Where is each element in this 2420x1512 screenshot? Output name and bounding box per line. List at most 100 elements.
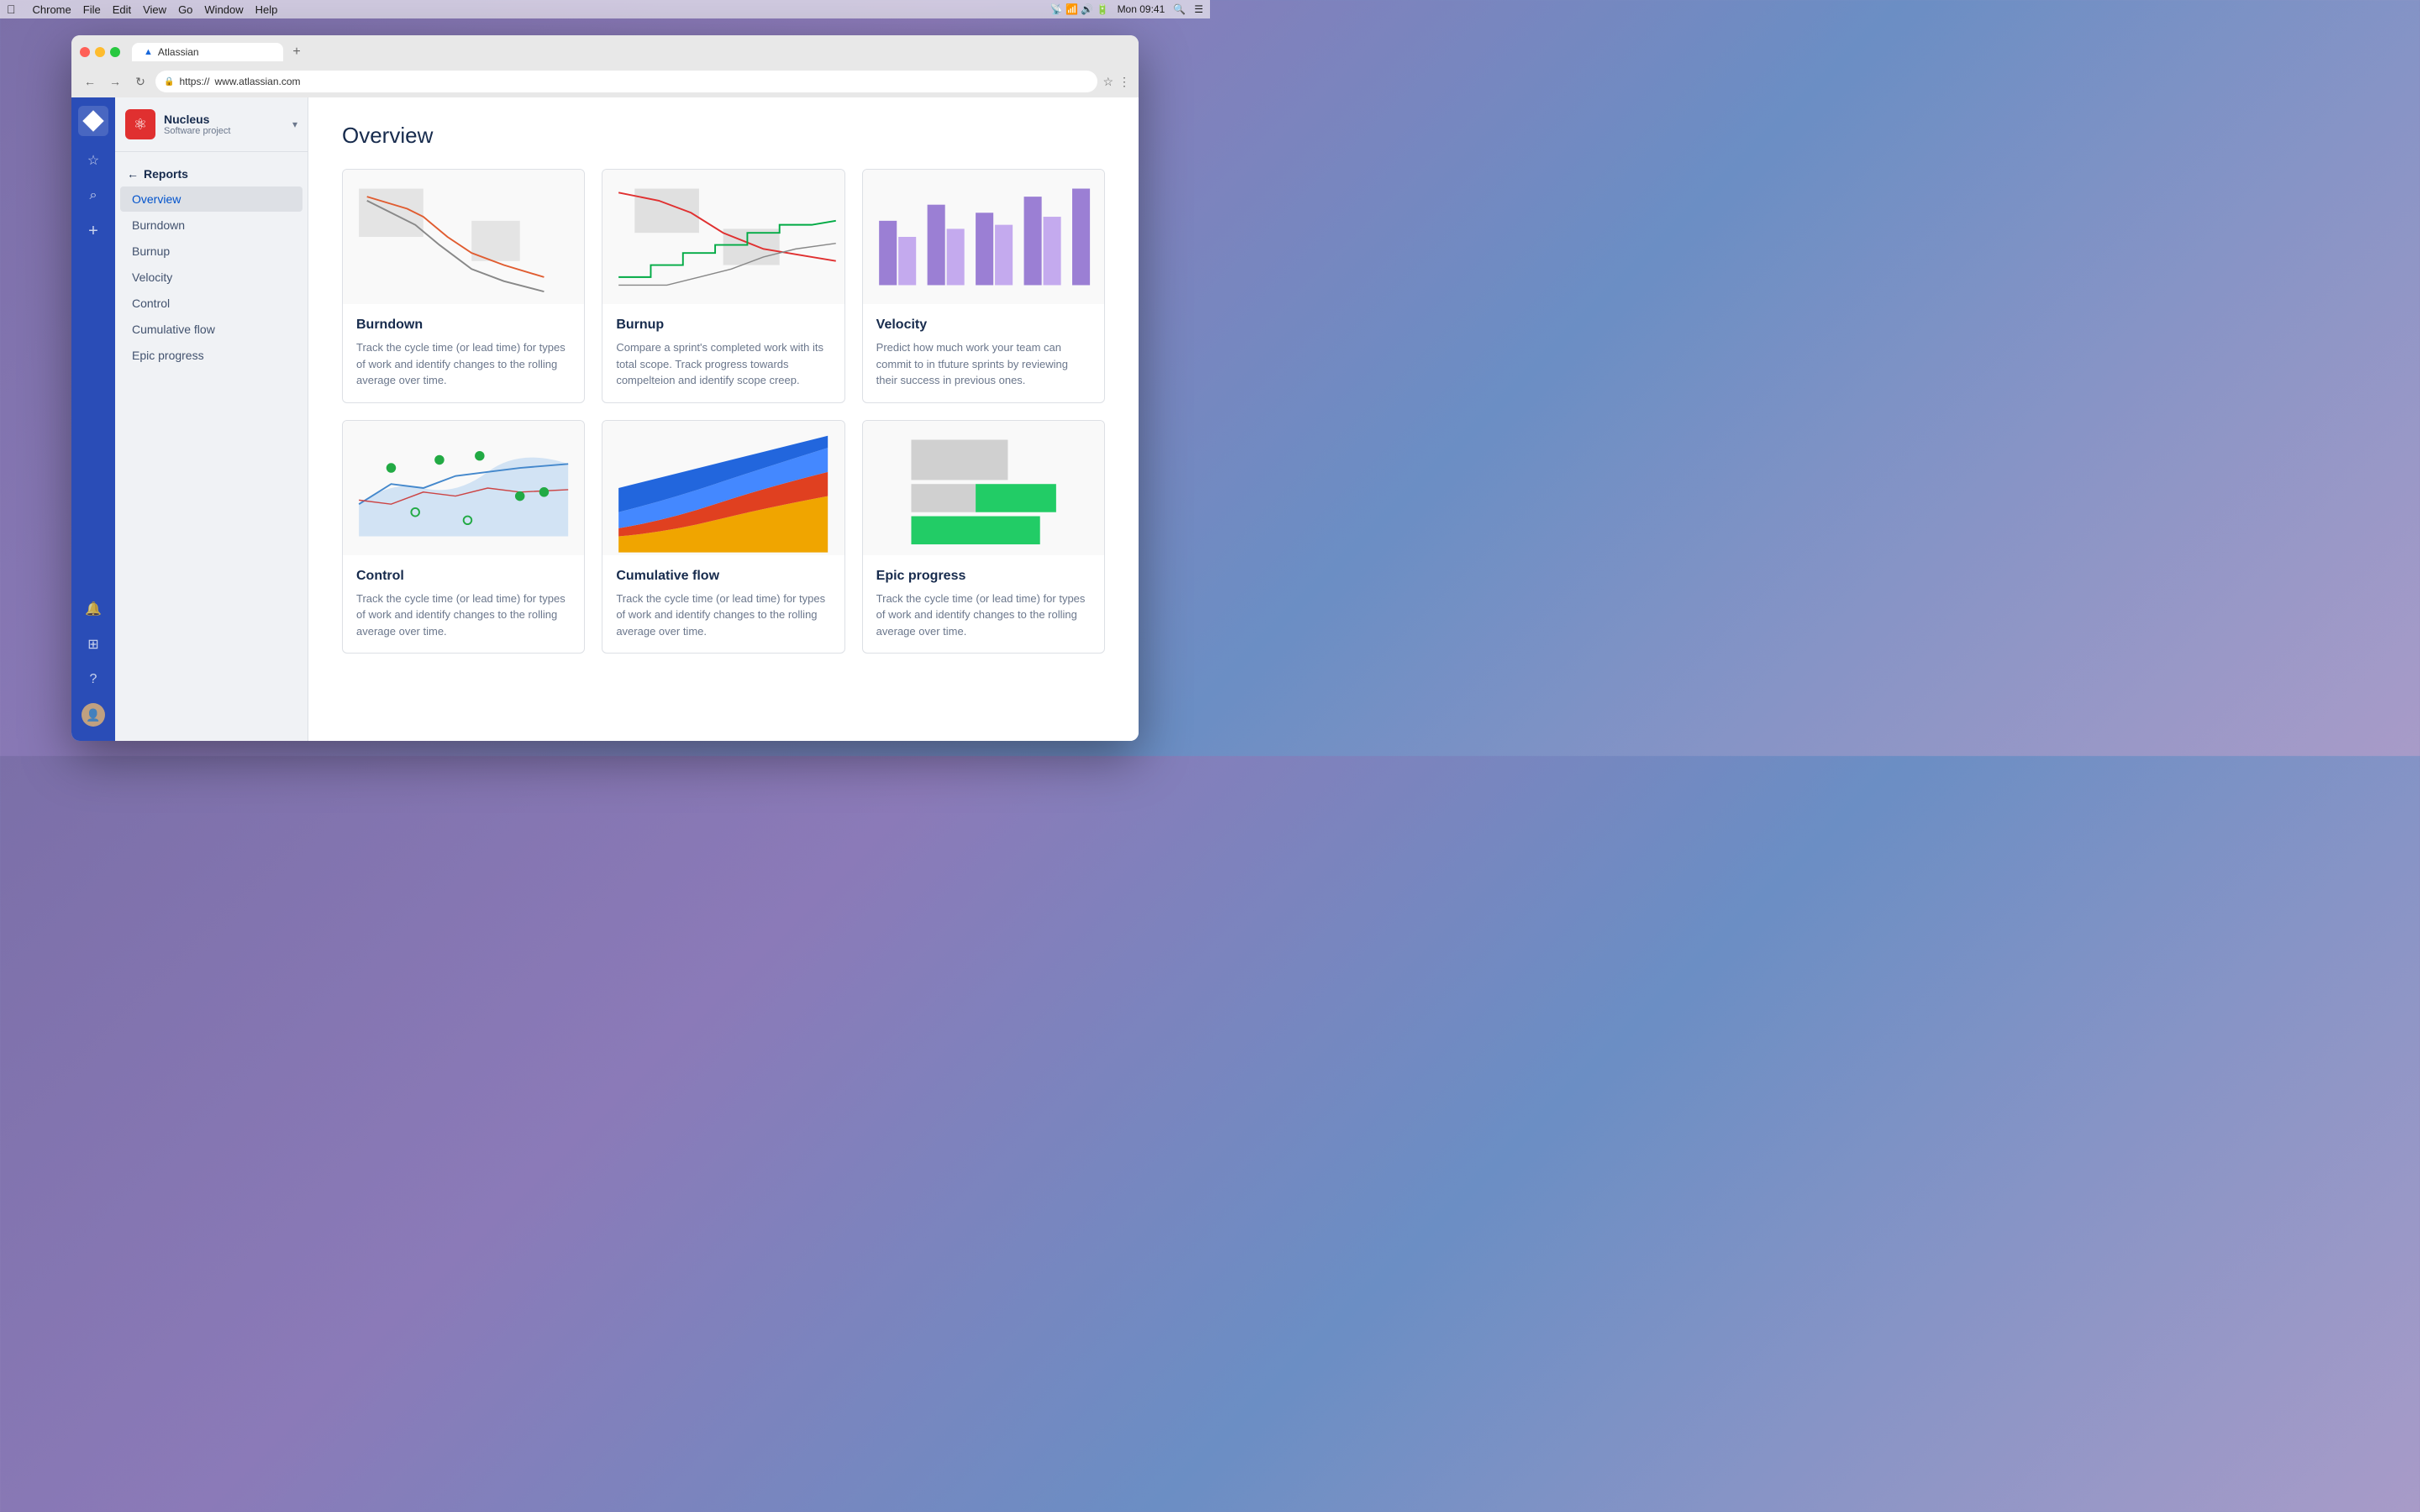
project-header[interactable]: ⚛ Nucleus Software project ▾ xyxy=(115,97,308,152)
epic-title: Epic progress xyxy=(876,569,1091,584)
burnup-card[interactable]: Burnup Compare a sprint's completed work… xyxy=(602,169,844,403)
clock: Mon 09:41 xyxy=(1118,3,1165,15)
system-icons: 📡 📶 🔊 🔋 xyxy=(1050,3,1109,15)
cumulative-chart xyxy=(602,421,844,555)
nav-item-burnup[interactable]: Burnup xyxy=(120,239,302,264)
page-title: Overview xyxy=(342,123,1105,149)
app-container: ☆ ⌕ + 🔔 ⊞ ? 👤 ⚛ Nucleus Software project… xyxy=(71,97,1139,741)
velocity-body: Velocity Predict how much work your team… xyxy=(863,304,1104,402)
project-logo-icon: ⚛ xyxy=(134,116,147,134)
burnup-body: Burnup Compare a sprint's completed work… xyxy=(602,304,844,402)
control-chart xyxy=(343,421,584,555)
cumulative-body: Cumulative flow Track the cycle time (or… xyxy=(602,555,844,654)
nav-item-epic-progress[interactable]: Epic progress xyxy=(120,343,302,368)
sidebar-star-icon[interactable]: ☆ xyxy=(78,145,108,176)
nav-back-button[interactable]: ← Reports xyxy=(115,162,308,186)
browser-window: ▲ Atlassian + ← → ↻ 🔒 https:// www.atlas… xyxy=(71,35,1139,741)
menu-extra-icon[interactable]: ☰ xyxy=(1194,3,1203,15)
reports-grid: Burndown Track the cycle time (or lead t… xyxy=(342,169,1105,654)
nav-back-label: Reports xyxy=(144,167,188,181)
velocity-title: Velocity xyxy=(876,318,1091,333)
sidebar-help-icon[interactable]: ? xyxy=(78,664,108,695)
refresh-button[interactable]: ↻ xyxy=(130,71,150,92)
nav-item-cumulative-flow[interactable]: Cumulative flow xyxy=(120,317,302,342)
lock-icon: 🔒 xyxy=(164,77,174,87)
diamond-icon xyxy=(82,110,103,131)
menubar-right: 📡 📶 🔊 🔋 Mon 09:41 🔍 ☰ xyxy=(1050,3,1203,15)
toolbar-right: ☆ ⋮ xyxy=(1102,75,1130,89)
sidebar-nav: ← Reports Overview Burndown Burnup Veloc… xyxy=(115,152,308,379)
cumulative-desc: Track the cycle time (or lead time) for … xyxy=(616,591,830,640)
project-sidebar: ⚛ Nucleus Software project ▾ ← Reports O… xyxy=(115,97,308,741)
project-info: Nucleus Software project xyxy=(164,113,284,136)
back-arrow-icon: ← xyxy=(127,167,139,181)
traffic-lights xyxy=(80,47,120,57)
nav-item-burndown[interactable]: Burndown xyxy=(120,213,302,238)
url-host: www.atlassian.com xyxy=(214,76,300,87)
menu-view[interactable]: View xyxy=(143,3,166,16)
sidebar-icons: ☆ ⌕ + 🔔 ⊞ ? 👤 xyxy=(71,97,115,741)
control-title: Control xyxy=(356,569,571,584)
menu-window[interactable]: Window xyxy=(204,3,243,16)
menubar-left:  Chrome File Edit View Go Window Help xyxy=(7,3,277,16)
burnup-chart xyxy=(602,170,844,304)
epic-desc: Track the cycle time (or lead time) for … xyxy=(876,591,1091,640)
burnup-title: Burnup xyxy=(616,318,830,333)
sidebar-search-icon[interactable]: ⌕ xyxy=(78,181,108,211)
burndown-card[interactable]: Burndown Track the cycle time (or lead t… xyxy=(342,169,585,403)
menu-chrome[interactable]: Chrome xyxy=(33,3,71,16)
back-button[interactable]: ← xyxy=(80,71,100,92)
apple-icon[interactable]:  xyxy=(7,3,16,16)
nav-item-control[interactable]: Control xyxy=(120,291,302,316)
project-type: Software project xyxy=(164,126,284,136)
user-avatar[interactable]: 👤 xyxy=(78,700,108,730)
menu-file[interactable]: File xyxy=(83,3,101,16)
sidebar-apps-icon[interactable]: ⊞ xyxy=(78,629,108,659)
main-content: Overview Bur xyxy=(308,97,1139,741)
avatar-image: 👤 xyxy=(82,703,105,727)
close-button[interactable] xyxy=(80,47,90,57)
control-body: Control Track the cycle time (or lead ti… xyxy=(343,555,584,654)
sidebar-notifications-icon[interactable]: 🔔 xyxy=(78,594,108,624)
control-card[interactable]: Control Track the cycle time (or lead ti… xyxy=(342,420,585,654)
new-tab-button[interactable]: + xyxy=(287,42,307,62)
active-tab[interactable]: ▲ Atlassian xyxy=(132,43,283,61)
nav-item-overview[interactable]: Overview xyxy=(120,186,302,212)
sidebar-create-icon[interactable]: + xyxy=(78,216,108,246)
tab-label: Atlassian xyxy=(158,46,199,58)
velocity-desc: Predict how much work your team can comm… xyxy=(876,339,1091,389)
velocity-card[interactable]: Velocity Predict how much work your team… xyxy=(862,169,1105,403)
burndown-body: Burndown Track the cycle time (or lead t… xyxy=(343,304,584,402)
jira-home-icon[interactable] xyxy=(78,106,108,136)
velocity-chart xyxy=(863,170,1104,304)
browser-chrome: ▲ Atlassian + ← → ↻ 🔒 https:// www.atlas… xyxy=(71,35,1139,97)
epic-chart xyxy=(863,421,1104,555)
epic-body: Epic progress Track the cycle time (or l… xyxy=(863,555,1104,654)
project-name: Nucleus xyxy=(164,113,284,126)
project-logo: ⚛ xyxy=(125,109,155,139)
nav-item-velocity[interactable]: Velocity xyxy=(120,265,302,290)
menu-go[interactable]: Go xyxy=(178,3,192,16)
control-desc: Track the cycle time (or lead time) for … xyxy=(356,591,571,640)
url-protocol: https:// xyxy=(179,76,209,87)
url-bar[interactable]: 🔒 https:// www.atlassian.com xyxy=(155,71,1097,92)
maximize-button[interactable] xyxy=(110,47,120,57)
minimize-button[interactable] xyxy=(95,47,105,57)
menu-edit[interactable]: Edit xyxy=(113,3,131,16)
forward-button[interactable]: → xyxy=(105,71,125,92)
menubar:  Chrome File Edit View Go Window Help 📡… xyxy=(0,0,1210,18)
menu-help[interactable]: Help xyxy=(255,3,278,16)
browser-tabs: ▲ Atlassian + xyxy=(80,42,1130,62)
cumulative-flow-card[interactable]: Cumulative flow Track the cycle time (or… xyxy=(602,420,844,654)
search-menubar-icon[interactable]: 🔍 xyxy=(1173,3,1186,15)
burndown-desc: Track the cycle time (or lead time) for … xyxy=(356,339,571,389)
burndown-chart xyxy=(343,170,584,304)
browser-toolbar: ← → ↻ 🔒 https:// www.atlassian.com ☆ ⋮ xyxy=(80,67,1130,97)
project-chevron-icon[interactable]: ▾ xyxy=(292,118,297,130)
atlassian-tab-icon: ▲ xyxy=(144,47,153,57)
burndown-title: Burndown xyxy=(356,318,571,333)
bookmark-icon[interactable]: ☆ xyxy=(1102,75,1113,89)
more-options-icon[interactable]: ⋮ xyxy=(1118,75,1130,89)
burnup-desc: Compare a sprint's completed work with i… xyxy=(616,339,830,389)
epic-progress-card[interactable]: Epic progress Track the cycle time (or l… xyxy=(862,420,1105,654)
